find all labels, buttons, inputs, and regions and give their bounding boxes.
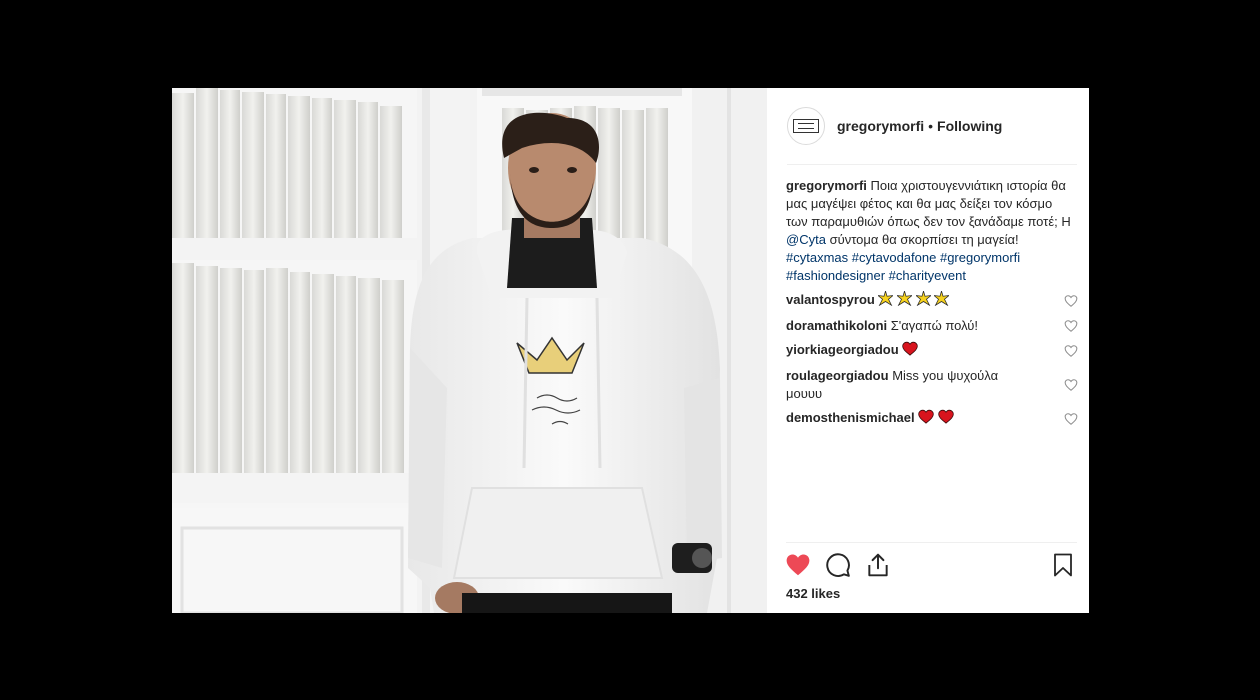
comment-icon[interactable] [825,552,851,578]
red-heart-icon [902,341,919,361]
post-header: gregorymorfi • Following [767,88,1089,164]
sparkle-star-icon [933,289,951,311]
like-comment-heart-icon[interactable] [1064,319,1078,333]
bookmark-icon[interactable] [1051,552,1075,578]
brand-logo-icon [793,119,819,133]
comment-item: roulageorgiadou Miss you ψυχούλα μουυυ [786,367,1078,403]
post-caption: gregorymorfi Ποια χριστουγεννιάτικη ιστο… [786,177,1078,285]
comment-username[interactable]: doramathikoloni [786,318,887,333]
like-comment-heart-icon[interactable] [1064,294,1078,308]
sparkle-star-icon [895,289,914,311]
post-side-panel: gregorymorfi • Following gregorymorfi Πο… [767,88,1089,613]
mention-link[interactable]: @Cyta [786,232,826,247]
header-divider [787,164,1077,165]
caption-text-end: σύντομα θα σκορπίσει τη μαγεία! [829,232,1019,247]
hashtag-link[interactable]: #fashiondesigner [786,268,885,283]
following-button[interactable]: Following [937,118,1002,134]
actions-divider [786,542,1077,543]
post-actions [785,550,1077,580]
comment-item: doramathikoloni Σ'αγαπώ πολύ! [786,317,1078,335]
post-photo [172,88,767,613]
hashtag-link[interactable]: #cytaxmas [786,250,848,265]
separator-dot: • [928,118,934,134]
comment-item: valantospyrou [786,289,1078,311]
hashtag-link[interactable]: #cytavodafone [852,250,937,265]
comment-username[interactable]: valantospyrou [786,292,875,307]
like-comment-heart-icon[interactable] [1064,344,1078,358]
like-comment-heart-icon[interactable] [1064,378,1078,392]
comment-username[interactable]: demosthenismichael [786,410,915,425]
caption-username[interactable]: gregorymorfi [786,178,867,193]
comment-item: demosthenismichael [786,409,1078,429]
comments-list: gregorymorfi Ποια χριστουγεννιάτικη ιστο… [786,177,1078,429]
sparkle-star-icon [914,289,932,311]
share-icon[interactable] [865,552,891,578]
avatar[interactable] [787,107,825,145]
comment-username[interactable]: roulageorgiadou [786,368,889,383]
comment-item: yiorkiageorgiadou [786,341,1078,361]
hashtag-link[interactable]: #charityevent [889,268,966,283]
comment-username[interactable]: yiorkiageorgiadou [786,342,899,357]
post-username[interactable]: gregorymorfi [837,118,924,134]
red-heart-icon [938,409,954,429]
post-modal: gregorymorfi • Following gregorymorfi Πο… [172,88,1089,613]
comment-text: Σ'αγαπώ πολύ! [890,318,979,333]
heart-icon[interactable] [785,552,811,578]
red-heart-icon [918,409,934,429]
likes-count[interactable]: 432 likes [786,586,840,601]
like-comment-heart-icon[interactable] [1064,412,1078,426]
sparkle-star-icon [877,289,895,311]
hashtag-link[interactable]: #gregorymorfi [940,250,1020,265]
